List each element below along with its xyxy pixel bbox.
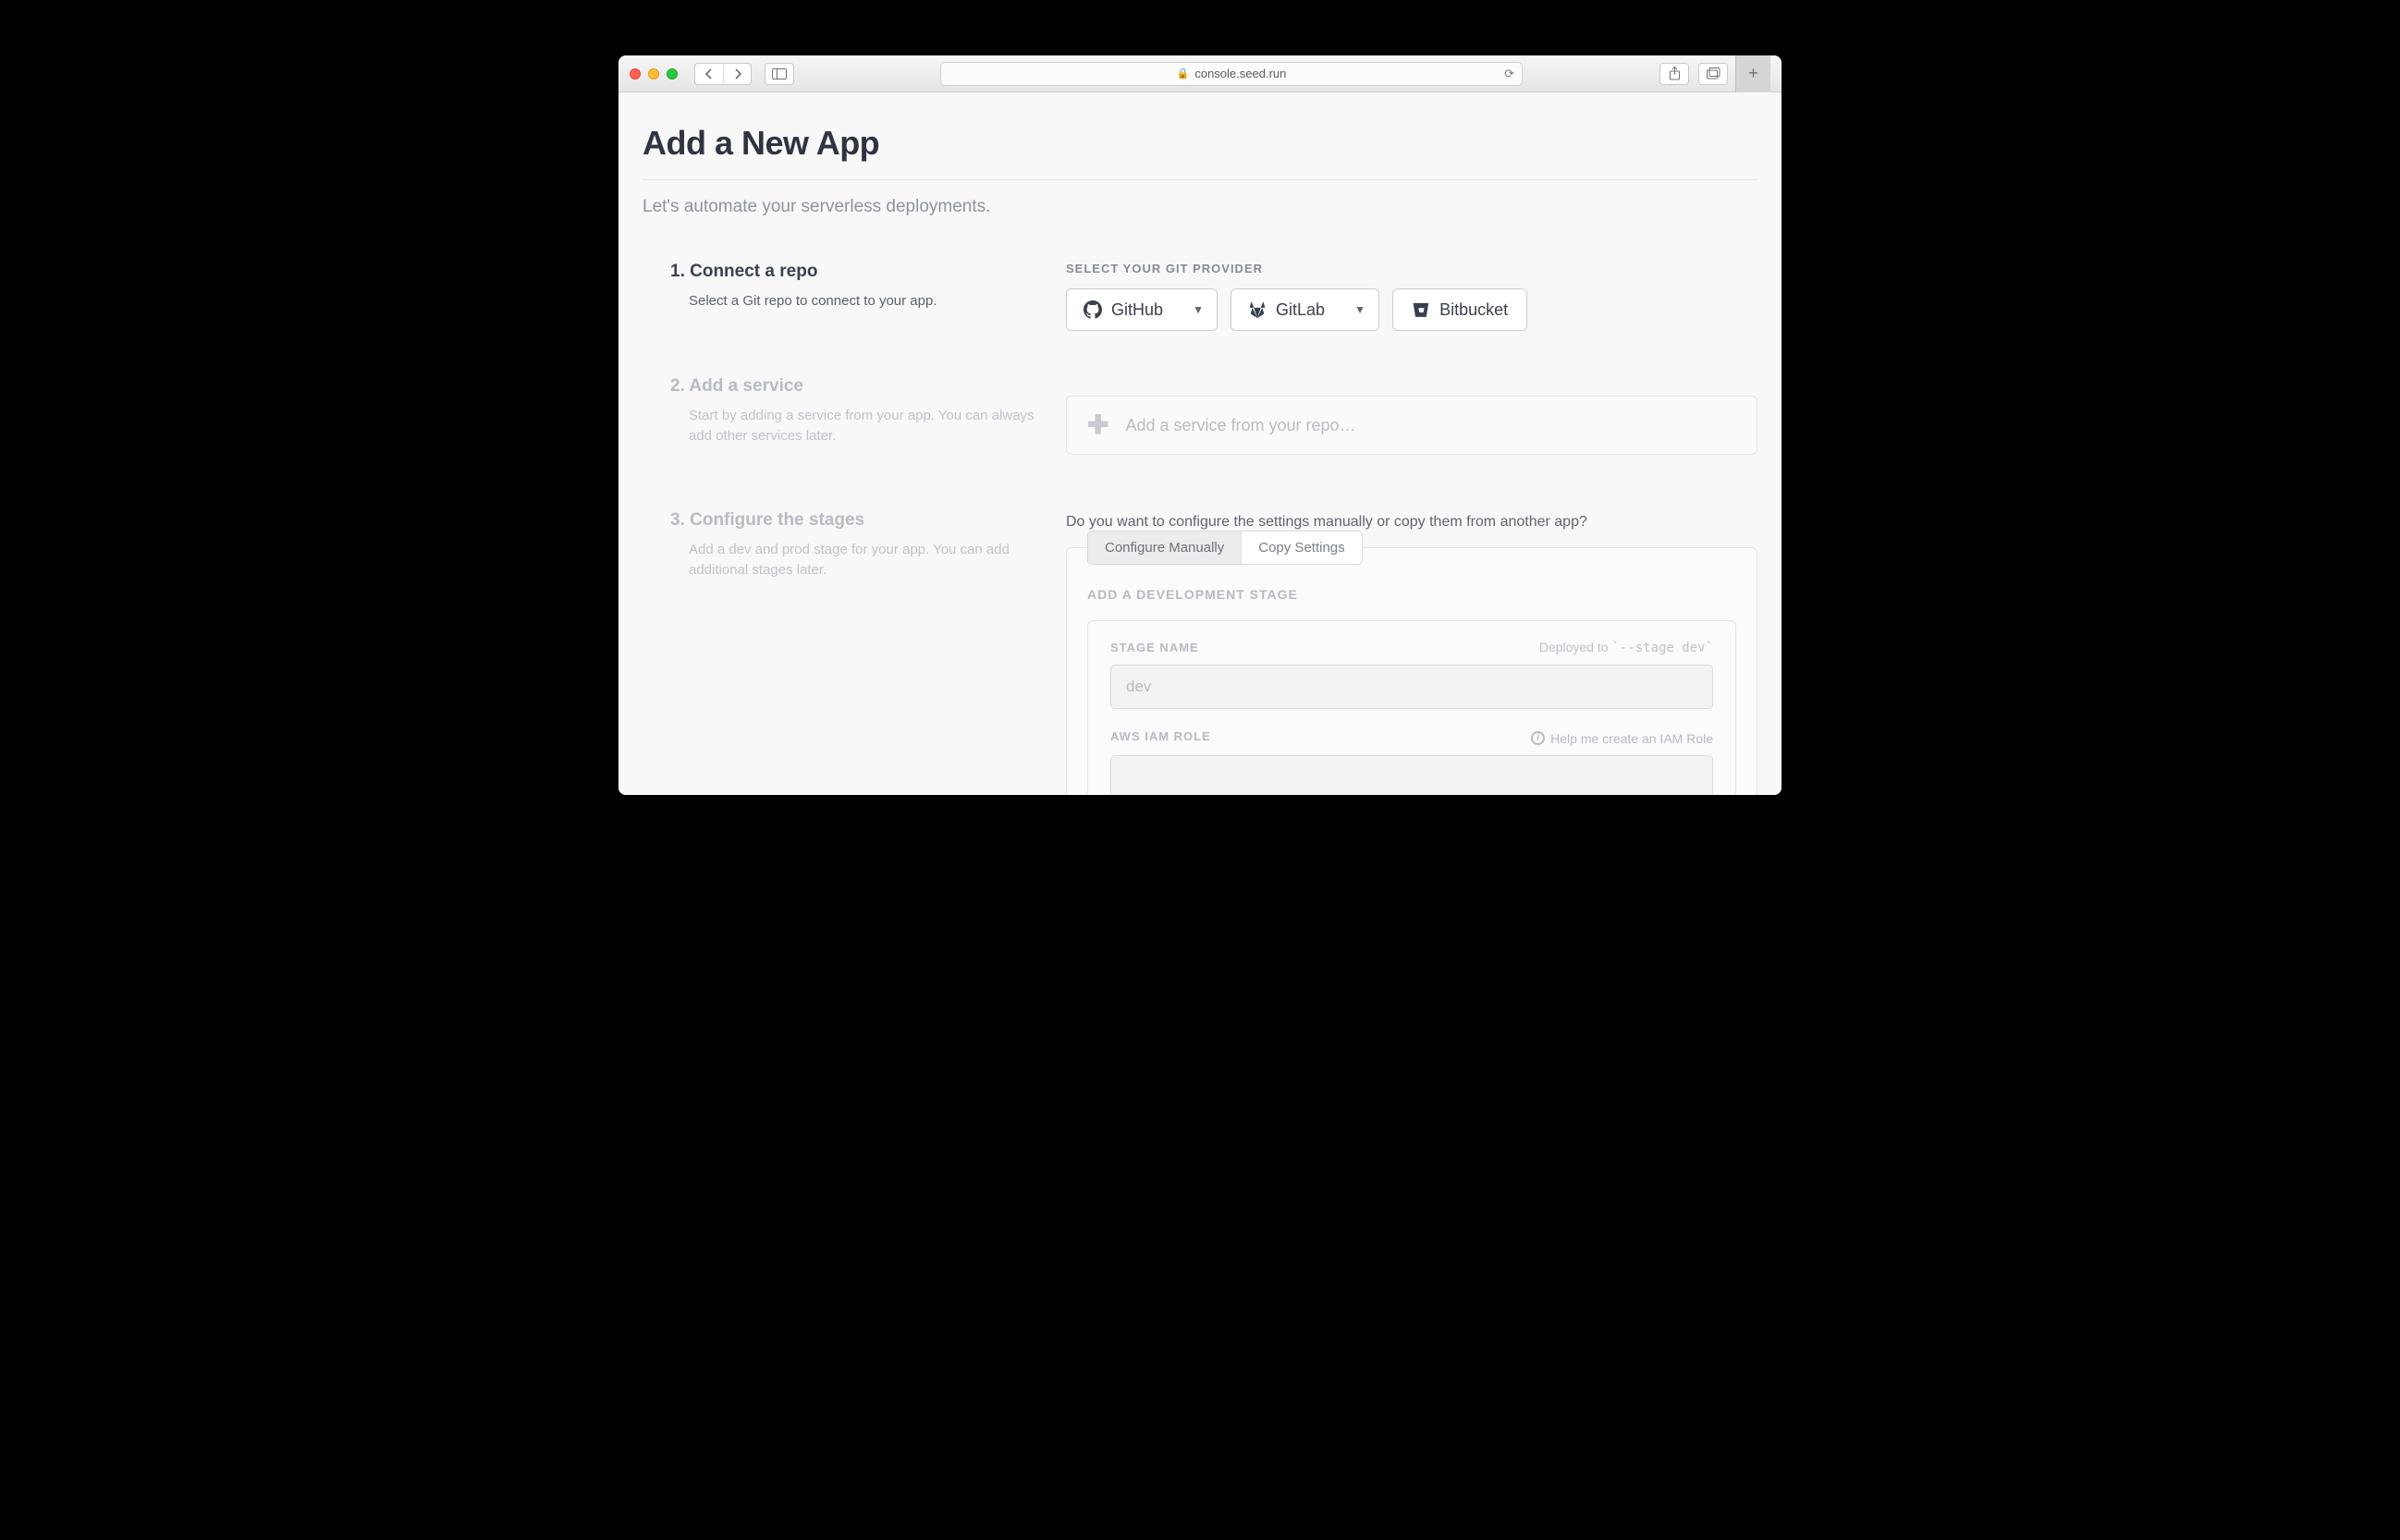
add-service-card[interactable]: ✚ Add a service from your repo… [1066, 396, 1757, 455]
window-controls [630, 68, 678, 79]
close-icon[interactable] [630, 68, 641, 79]
share-icon [1669, 67, 1681, 80]
step-title: 2. Add a service [670, 376, 1040, 397]
sidebar-icon [772, 68, 787, 79]
address-bar[interactable]: 🔒 console.seed.run ⟳ [940, 62, 1523, 86]
bitbucket-button[interactable]: Bitbucket [1392, 288, 1527, 331]
step-connect-repo: 1. Connect a repo Select a Git repo to c… [670, 262, 1040, 312]
dev-stage-heading: ADD A DEVELOPMENT STAGE [1087, 587, 1736, 602]
configure-box: Configure Manually Copy Settings ADD A D… [1066, 547, 1757, 795]
back-button[interactable] [695, 64, 723, 84]
bitbucket-icon [1412, 300, 1430, 319]
configure-question: Do you want to configure the settings ma… [1066, 514, 1757, 531]
page-content: Add a New App Let's automate your server… [618, 92, 1782, 795]
github-label: GitHub [1111, 300, 1163, 320]
provider-label: SELECT YOUR GIT PROVIDER [1066, 262, 1757, 275]
git-providers: GitHub ▼ GitLab ▼ [1066, 288, 1757, 331]
page-subtitle: Let's automate your serverless deploymen… [643, 197, 1757, 217]
page-title: Add a New App [643, 124, 1757, 163]
gitlab-button[interactable]: GitLab [1231, 289, 1341, 330]
step-title: 1. Connect a repo [670, 262, 1040, 282]
step-add-service: 2. Add a service Start by adding a servi… [670, 376, 1040, 446]
gitlab-dropdown[interactable]: ▼ [1341, 289, 1378, 330]
maximize-icon[interactable] [667, 68, 678, 79]
sidebar-toggle-button[interactable] [765, 63, 794, 85]
provider-gitlab: GitLab ▼ [1231, 288, 1379, 331]
browser-window: 🔒 console.seed.run ⟳ + Add a New App Let [618, 55, 1782, 795]
provider-github: GitHub ▼ [1066, 288, 1218, 331]
step-desc: Add a dev and prod stage for your app. Y… [670, 540, 1040, 581]
url-text: console.seed.run [1194, 67, 1286, 80]
configure-tabs: Configure Manually Copy Settings [1087, 531, 1363, 565]
chevron-right-icon [733, 68, 742, 79]
step-configure-stages: 3. Configure the stages Add a dev and pr… [670, 510, 1040, 581]
tab-configure-manually[interactable]: Configure Manually [1088, 532, 1241, 564]
github-dropdown[interactable]: ▼ [1180, 289, 1217, 330]
iam-role-label: AWS IAM ROLE [1110, 729, 1211, 743]
lock-icon: 🔒 [1177, 67, 1190, 79]
step-desc: Start by adding a service from your app.… [670, 406, 1040, 446]
step-title: 3. Configure the stages [670, 510, 1040, 531]
stage-name-label: STAGE NAME [1110, 641, 1199, 654]
divider [643, 179, 1757, 180]
tab-copy-settings[interactable]: Copy Settings [1241, 532, 1361, 564]
share-button[interactable] [1659, 63, 1689, 85]
caret-down-icon: ▼ [1354, 303, 1365, 316]
gitlab-icon [1248, 300, 1267, 319]
iam-role-input[interactable] [1110, 755, 1713, 796]
bitbucket-label: Bitbucket [1439, 300, 1508, 320]
chevron-left-icon [704, 68, 714, 79]
minimize-icon[interactable] [648, 68, 659, 79]
deployed-to-hint: Deployed to `--stage dev` [1539, 640, 1713, 655]
add-service-text: Add a service from your repo… [1125, 416, 1355, 435]
reload-icon[interactable]: ⟳ [1504, 67, 1514, 81]
github-button[interactable]: GitHub [1067, 289, 1180, 330]
forward-button[interactable] [723, 64, 751, 84]
nav-back-forward [694, 63, 752, 85]
gitlab-label: GitLab [1276, 300, 1325, 320]
dev-stage-card: STAGE NAME Deployed to `--stage dev` AWS… [1087, 620, 1736, 795]
steps-sidebar: 1. Connect a repo Select a Git repo to c… [670, 262, 1040, 795]
tabs-button[interactable] [1698, 63, 1728, 85]
step-desc: Select a Git repo to connect to your app… [670, 291, 1040, 312]
iam-help-link[interactable]: i Help me create an IAM Role [1531, 731, 1713, 746]
browser-titlebar: 🔒 console.seed.run ⟳ + [618, 55, 1782, 92]
tabs-icon [1707, 67, 1720, 79]
plus-icon: ✚ [1087, 412, 1108, 438]
info-icon: i [1531, 731, 1545, 745]
caret-down-icon: ▼ [1193, 303, 1204, 316]
stage-name-input[interactable] [1110, 665, 1713, 709]
github-icon [1084, 300, 1102, 319]
toolbar-right [1659, 63, 1728, 85]
new-tab-button[interactable]: + [1735, 55, 1770, 92]
